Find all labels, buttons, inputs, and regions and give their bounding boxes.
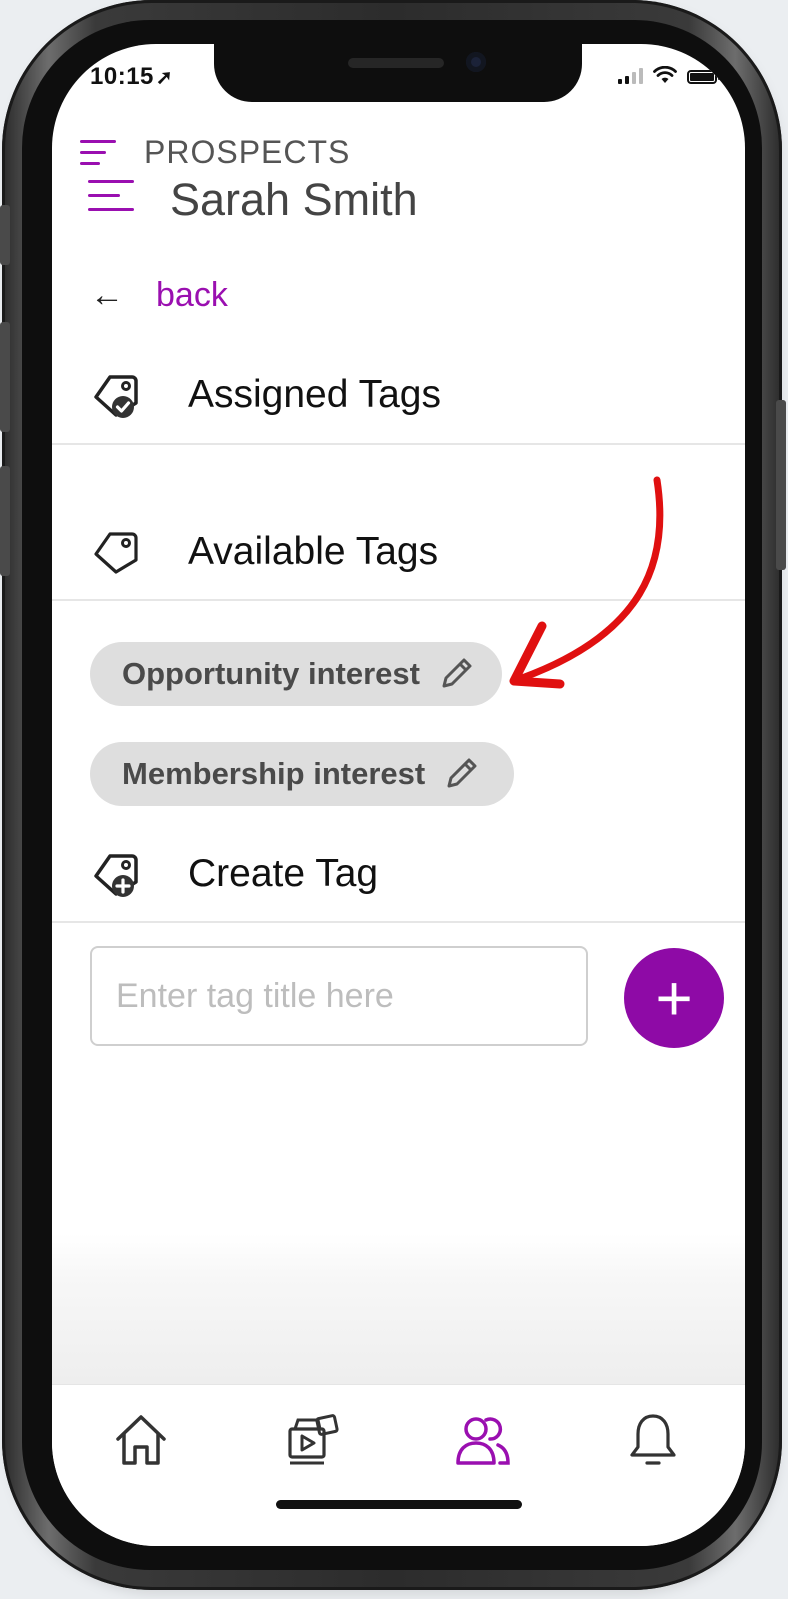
people-icon[interactable] [450,1407,516,1473]
section-title: PROSPECTS [144,134,351,170]
notch [214,44,582,102]
pencil-icon[interactable] [436,654,476,694]
prospect-name: Sarah Smith [170,174,418,225]
content-footer-shade [52,1234,745,1384]
camera [466,52,486,72]
power-button [776,400,786,570]
create-tag-title: Create Tag [188,852,379,895]
media-icon[interactable] [280,1407,346,1473]
volume-up-button [0,322,10,432]
home-indicator [276,1500,522,1509]
available-tags-header: Available Tags [90,526,438,578]
hamburger-menu-icon[interactable] [80,140,116,165]
divider [52,443,745,445]
divider [52,921,745,923]
status-icons [618,66,720,84]
volume-down-button [0,466,10,576]
tag-icon [94,532,138,574]
battery-icon [687,70,720,84]
status-time: 10:15 ➚ [90,63,173,91]
bottom-navigation [52,1384,745,1546]
wifi-icon [653,66,677,83]
back-link[interactable]: ← back [90,276,228,315]
back-label: back [156,276,228,314]
tag-chip-opportunity[interactable]: Opportunity interest [90,642,502,706]
tag-plus-icon [94,854,138,897]
speaker [348,58,444,68]
available-tags-title: Available Tags [188,530,439,573]
tag-title-input[interactable] [90,946,588,1046]
phone-screen: 10:15 ➚ PROSPECTS Sarah Smith ← back Assi… [52,44,745,1546]
tag-chip-membership[interactable]: Membership interest [90,742,514,806]
tag-check-icon [94,375,138,418]
create-tag-header: Create Tag [90,848,378,900]
add-tag-button[interactable]: + [624,948,724,1048]
assigned-tags-header: Assigned Tags [90,369,441,421]
tag-chip-label: Opportunity interest [122,656,420,691]
status-time-text: 10:15 [90,63,154,90]
divider [52,599,745,601]
mute-switch [0,205,10,265]
cellular-signal-icon [618,68,643,84]
hamburger-menu-icon[interactable] [88,180,134,211]
arrow-left-icon: ← [90,276,124,314]
home-icon[interactable] [108,1407,174,1473]
assigned-tags-title: Assigned Tags [188,373,441,416]
location-arrow-icon: ➚ [155,67,174,89]
bell-icon[interactable] [620,1407,686,1473]
tag-chip-label: Membership interest [122,756,426,791]
pencil-icon[interactable] [441,754,481,794]
